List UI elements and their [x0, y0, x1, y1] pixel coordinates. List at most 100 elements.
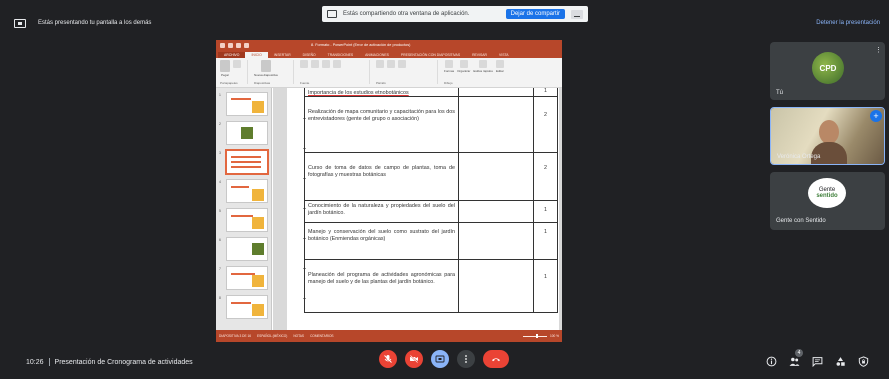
activities-button[interactable]	[834, 355, 846, 367]
arrange-icon	[459, 60, 468, 68]
participant-tile-group[interactable]: Gente sentido Gente con Sentido	[770, 172, 885, 230]
value-cell: 1	[544, 229, 547, 235]
meeting-title: Presentación de Cronograma de actividade…	[54, 358, 193, 366]
table-row: Importancia de los estudios etnobotánico…	[305, 88, 557, 97]
arrange-control: Organizar	[457, 60, 470, 73]
cut-icon	[233, 60, 241, 68]
more-options-button[interactable]	[457, 350, 475, 368]
host-controls-button[interactable]	[857, 355, 869, 367]
chat-button[interactable]	[811, 355, 823, 367]
more-vert-icon	[465, 355, 467, 363]
ribbon-group-drawing: Formas Organizar Estilos rápidos Editar …	[444, 60, 516, 85]
slide-number: 3	[219, 151, 221, 155]
participant-tile-speaker[interactable]: + Verónica Ortega	[770, 107, 885, 165]
slide-number: 4	[219, 180, 221, 184]
group-label-clipboard: Portapapeles	[220, 81, 238, 85]
edit-control: Editar	[495, 60, 504, 73]
ppt-ribbon-tabs: ARCHIVO INICIO INSERTAR DISEÑO TRANSICIO…	[216, 50, 562, 58]
ppt-title-bar: 8. Formato - PowerPoint (Error de activa…	[216, 40, 562, 50]
activity-cell: Realización de mapa comunitario y capaci…	[305, 97, 459, 152]
quick-styles-control: Estilos rápidos	[473, 60, 493, 73]
paste-control: Pegar	[220, 60, 230, 77]
group-label-paragraph: Párrafo	[376, 81, 386, 85]
activity-cell: Manejo y conservación del suelo como sus…	[305, 223, 459, 259]
slide-thumbnail: 6	[219, 237, 268, 261]
participant-tile-self[interactable]: CPD ⋮ Tú	[770, 42, 885, 100]
participants-button[interactable]: 4	[788, 349, 803, 367]
self-avatar: CPD	[812, 52, 844, 84]
add-icon[interactable]: +	[870, 110, 882, 122]
leave-call-button[interactable]	[483, 350, 509, 368]
blank-cell	[459, 97, 534, 152]
quick-access-toolbar	[220, 42, 249, 48]
italic-icon	[311, 60, 319, 68]
blank-cell	[459, 88, 534, 96]
divider	[48, 358, 50, 366]
edit-icon	[495, 60, 504, 68]
participant-count-badge: 4	[795, 349, 803, 357]
present-screen-icon	[435, 355, 445, 363]
slide-number: 5	[219, 209, 221, 213]
table-row: Curso de toma de datos de campo de plant…	[305, 153, 557, 201]
value-cell: 1	[544, 88, 547, 94]
language-status: ESPAÑOL (MÉXICO)	[257, 334, 288, 338]
value-cell: 1	[544, 274, 547, 280]
presenting-bar: Estás presentando tu pantalla a los demá…	[14, 17, 884, 29]
slide-thumbnail: 7	[219, 266, 268, 290]
meet-window: Estás compartiendo otra ventana de aplic…	[0, 0, 889, 379]
quick-styles-icon	[479, 60, 488, 68]
slide-thumbnail: 1	[219, 92, 268, 116]
arrange-label: Organizar	[457, 69, 471, 73]
align-left-icon	[387, 60, 395, 68]
ribbon-group-paragraph: Párrafo	[376, 60, 438, 85]
zoom-slider	[522, 334, 547, 338]
zoom-level: 100 %	[549, 334, 559, 338]
activity-cell: Conocimiento de la naturaleza y propieda…	[305, 201, 459, 222]
shield-lock-icon	[858, 355, 868, 367]
new-slide-control: Nueva diapositiva	[254, 60, 278, 77]
slide-thumbnail: 4	[219, 179, 268, 203]
blank-cell	[459, 260, 534, 312]
table-row: Realización de mapa comunitario y capaci…	[305, 97, 557, 153]
ribbon-group-clipboard: Pegar Portapapeles	[220, 60, 248, 85]
edit-label: Editar	[495, 69, 504, 73]
bold-icon	[300, 60, 308, 68]
chat-icon	[812, 356, 822, 367]
group-avatar: Gente sentido	[808, 178, 846, 208]
value-cell: 2	[544, 165, 547, 171]
present-now-button[interactable]	[431, 350, 449, 368]
value-cell: 1	[544, 207, 547, 213]
participant-name: Verónica Ortega	[777, 154, 821, 160]
activity-cell: Importancia de los estudios etnobotánico…	[305, 88, 459, 96]
participant-name: Gente con Sentido	[776, 218, 826, 224]
meeting-details-button[interactable]	[765, 355, 777, 367]
ppt-logo-icon	[220, 42, 225, 48]
table-row: Planeación del programa de actividades a…	[305, 260, 557, 313]
slide-number: 6	[219, 238, 221, 242]
activity-cell: Curso de toma de datos de campo de plant…	[305, 153, 459, 200]
underline-icon	[322, 60, 330, 68]
blank-cell	[459, 153, 534, 200]
mic-off-button[interactable]	[379, 350, 397, 368]
undo-icon	[236, 42, 241, 48]
table-row: Conocimiento de la naturaleza y propieda…	[305, 201, 557, 223]
ppt-ribbon: Pegar Portapapeles Nueva diapositiva Dia…	[216, 58, 562, 88]
shapes-icon	[445, 60, 454, 68]
slide-number: 1	[219, 93, 221, 97]
more-options-icon[interactable]: ⋮	[875, 46, 882, 54]
camera-off-button[interactable]	[405, 350, 423, 368]
slide-thumbnail: 2	[219, 121, 268, 145]
slide-thumbnail: 8	[219, 295, 268, 319]
slide-thumbnails: 1 2 3 4 5 6 7 8	[216, 88, 272, 330]
slide-thumbnail: 5	[219, 208, 268, 232]
zoom-control: 100 %	[522, 334, 559, 338]
info-icon	[766, 356, 776, 366]
people-icon	[789, 357, 799, 366]
group-avatar-line2: sentido	[816, 193, 838, 199]
slide-number: 2	[219, 122, 221, 126]
call-controls	[379, 350, 509, 368]
stop-presenting-button[interactable]: Detener la presentación	[816, 20, 880, 26]
slide-number: 7	[219, 267, 221, 271]
table-row: Manejo y conservación del suelo como sus…	[305, 223, 557, 260]
group-label-font: Fuente	[300, 81, 310, 85]
